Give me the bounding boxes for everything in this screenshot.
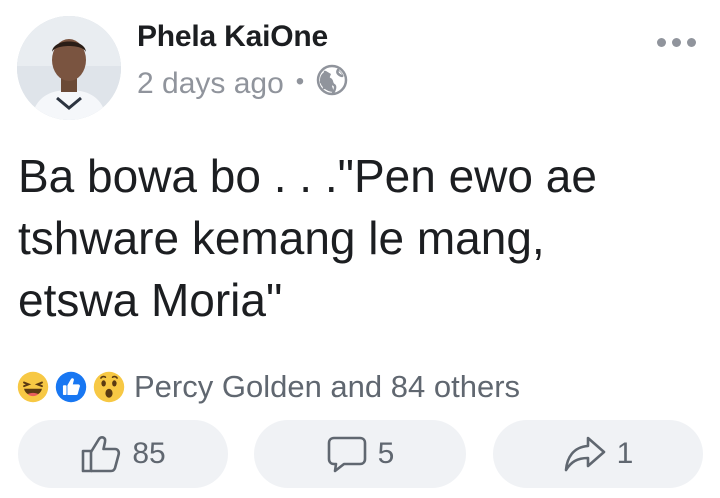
reactors-text[interactable]: Percy Golden and 84 others [134,369,520,405]
avatar[interactable] [17,16,121,120]
avatar-photo [17,16,121,120]
meta-separator: • [295,68,305,95]
thumbs-up-icon [82,436,121,473]
like-button[interactable]: 85 [18,420,228,488]
more-dot-icon [687,38,696,47]
post-meta: 2 days ago • [137,64,348,104]
comment-count: 5 [377,437,395,470]
wow-reaction-icon [90,368,128,406]
like-reaction-icon [52,368,90,406]
reactions-summary[interactable]: Percy Golden and 84 others [14,368,520,406]
globe-icon [316,64,348,104]
author-name[interactable]: Phela KaiOne [137,20,328,54]
post-time[interactable]: 2 days ago [137,67,284,101]
more-dot-icon [657,38,666,47]
share-button[interactable]: 1 [493,420,703,488]
haha-reaction-icon [14,368,52,406]
more-dot-icon [672,38,681,47]
post-text: Ba bowa bo . . ."Pen ewo ae tshware kema… [18,150,597,326]
share-arrow-icon [564,436,605,472]
like-count: 85 [132,437,166,470]
reaction-icons [14,368,132,406]
share-count: 1 [616,437,634,470]
comment-icon [327,436,366,473]
comment-button[interactable]: 5 [254,420,466,488]
more-options-button[interactable] [657,38,696,47]
